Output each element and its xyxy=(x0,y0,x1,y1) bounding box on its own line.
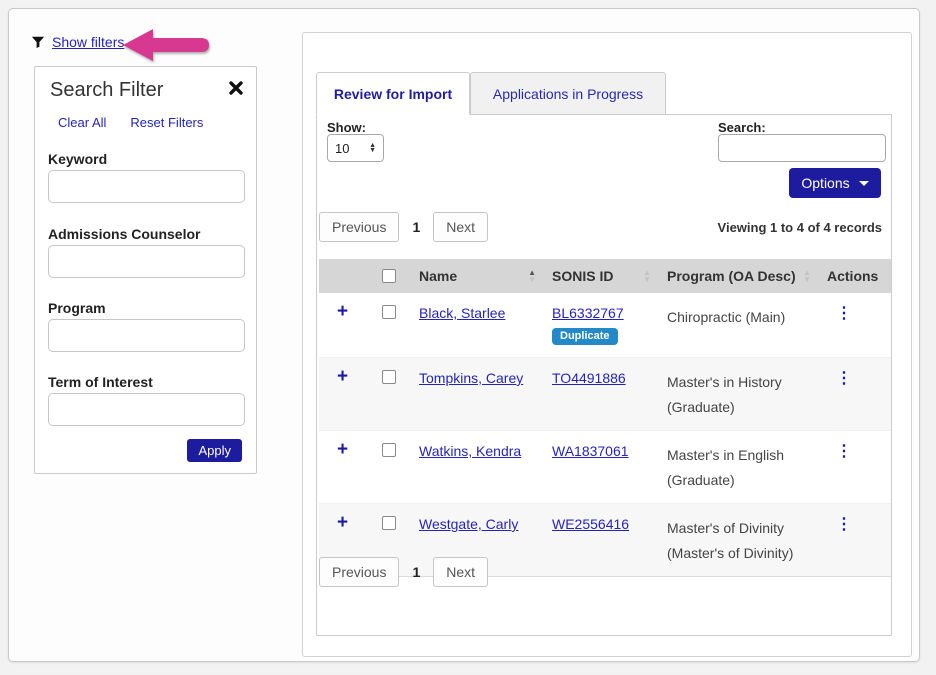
page-size-select[interactable]: 10 ▲ ▼ xyxy=(327,134,384,162)
sonis-id-link[interactable]: TO4491886 xyxy=(552,370,626,386)
expand-row-icon[interactable]: + xyxy=(337,440,348,459)
reset-filters-link[interactable]: Reset Filters xyxy=(130,115,203,130)
tab-review-for-import[interactable]: Review for Import xyxy=(316,72,470,115)
applicant-name-link[interactable]: Tompkins, Carey xyxy=(419,370,523,386)
tab-content-pane: Show: 10 ▲ ▼ Search: Options Previous 1 N… xyxy=(316,114,892,636)
chevron-down-icon xyxy=(858,180,869,186)
program-cell: Chiropractic (Main) xyxy=(667,309,786,325)
clear-all-link[interactable]: Clear All xyxy=(58,115,106,130)
apply-button[interactable]: Apply xyxy=(187,439,242,462)
filter-panel-title: Search Filter xyxy=(50,79,164,101)
program-input[interactable] xyxy=(48,319,245,352)
duplicate-badge: Duplicate xyxy=(552,328,618,345)
applicant-name-link[interactable]: Westgate, Carly xyxy=(419,516,518,532)
sonis-id-header[interactable]: SONIS ID ▲ ▼ xyxy=(544,259,659,293)
next-button[interactable]: Next xyxy=(433,212,489,242)
screen: Show filters Search Filter Clear All Res… xyxy=(0,0,936,675)
sort-icon-sonis-id[interactable]: ▲ ▼ xyxy=(639,269,651,284)
term-of-interest-label: Term of Interest xyxy=(48,374,153,390)
table-header-row: Name ▲ ▼ SONIS ID ▲ ▼ Program (OA Desc) ▲ ▼ xyxy=(319,259,891,293)
row-actions-menu-icon[interactable]: ⋮ xyxy=(827,370,852,387)
show-label: Show: xyxy=(327,120,366,135)
current-page[interactable]: 1 xyxy=(412,219,420,235)
applicant-name-link[interactable]: Watkins, Kendra xyxy=(419,443,521,459)
applications-table: Name ▲ ▼ SONIS ID ▲ ▼ Program (OA Desc) ▲ ▼ xyxy=(319,259,891,577)
sonis-id-link[interactable]: BL6332767 xyxy=(552,305,624,321)
options-button-label: Options xyxy=(801,175,850,191)
actions-header: Actions xyxy=(827,268,879,284)
options-button[interactable]: Options xyxy=(789,168,881,198)
tab-applications-in-progress[interactable]: Applications in Progress xyxy=(470,72,666,115)
search-input[interactable] xyxy=(718,134,886,162)
program-label: Program xyxy=(48,300,106,316)
main-panel: Review for Import Applications in Progre… xyxy=(302,32,912,657)
pagination-bottom: Previous 1 Next xyxy=(319,557,489,587)
select-all-checkbox[interactable] xyxy=(381,269,396,283)
search-label: Search: xyxy=(718,120,766,135)
program-cell: Master's of Divinity (Master's of Divinit… xyxy=(667,520,794,561)
table-row: + Tompkins, Carey TO4491886 Master's in … xyxy=(319,358,891,431)
admissions-counselor-label: Admissions Counselor xyxy=(48,226,201,242)
row-actions-menu-icon[interactable]: ⋮ xyxy=(827,516,852,533)
row-actions-menu-icon[interactable]: ⋮ xyxy=(827,305,852,322)
annotation-arrow-icon xyxy=(121,26,211,69)
program-header[interactable]: Program (OA Desc) ▲ ▼ xyxy=(659,259,819,293)
page-card: Show filters Search Filter Clear All Res… xyxy=(8,8,920,662)
row-checkbox[interactable] xyxy=(381,305,396,319)
row-actions-menu-icon[interactable]: ⋮ xyxy=(827,443,852,460)
expand-header xyxy=(319,259,366,293)
expand-row-icon[interactable]: + xyxy=(337,302,348,321)
page-size-value: 10 xyxy=(335,140,350,156)
sonis-id-link[interactable]: WA1837061 xyxy=(552,443,629,459)
show-filters-link[interactable]: Show filters xyxy=(52,34,124,50)
table-row: + Watkins, Kendra WA1837061 Master's in … xyxy=(319,431,891,504)
program-cell: Master's in History (Graduate) xyxy=(667,374,782,415)
keyword-input[interactable] xyxy=(48,170,245,203)
filter-funnel-icon xyxy=(31,35,45,49)
close-icon[interactable] xyxy=(228,80,244,96)
expand-row-icon[interactable]: + xyxy=(337,513,348,532)
row-checkbox[interactable] xyxy=(381,443,396,457)
sort-icon-program[interactable]: ▲ ▼ xyxy=(799,269,811,284)
applicant-name-link[interactable]: Black, Starlee xyxy=(419,305,505,321)
row-checkbox[interactable] xyxy=(381,516,396,530)
expand-row-icon[interactable]: + xyxy=(337,367,348,386)
table-row: + Black, Starlee BL6332767 Duplicate Chi… xyxy=(319,293,891,358)
next-button[interactable]: Next xyxy=(433,557,489,587)
program-cell: Master's in English (Graduate) xyxy=(667,447,785,488)
previous-button[interactable]: Previous xyxy=(319,557,400,587)
show-filters-toggle[interactable]: Show filters xyxy=(31,34,124,50)
term-of-interest-input[interactable] xyxy=(48,393,245,426)
select-all-header xyxy=(366,259,411,293)
admissions-counselor-input[interactable] xyxy=(48,245,245,278)
sort-icon-name[interactable]: ▲ ▼ xyxy=(524,269,536,284)
name-header[interactable]: Name ▲ ▼ xyxy=(411,259,544,293)
keyword-label: Keyword xyxy=(48,151,108,167)
records-summary: Viewing 1 to 4 of 4 records xyxy=(717,220,882,235)
sonis-id-link[interactable]: WE2556416 xyxy=(552,516,629,532)
previous-button[interactable]: Previous xyxy=(319,212,400,242)
pagination-top: Previous 1 Next xyxy=(319,212,489,242)
current-page[interactable]: 1 xyxy=(412,564,420,580)
row-checkbox[interactable] xyxy=(381,370,396,384)
search-filter-panel: Search Filter Clear All Reset Filters Ke… xyxy=(34,66,257,474)
select-spinner-icon: ▲ ▼ xyxy=(369,142,376,154)
